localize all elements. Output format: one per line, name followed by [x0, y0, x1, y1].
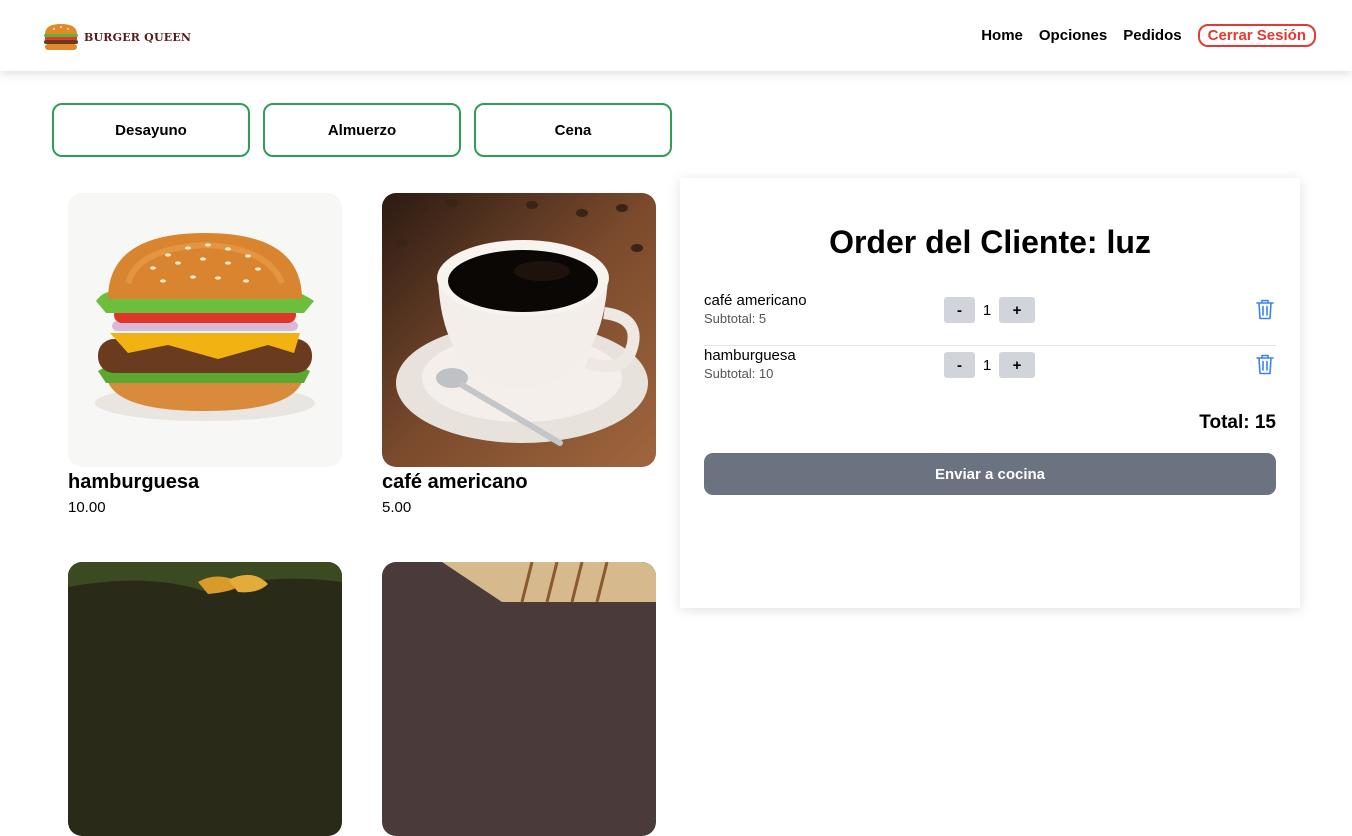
- category-lunch-button[interactable]: Almuerzo: [263, 103, 461, 157]
- logo[interactable]: BURGER QUEEN: [42, 22, 191, 52]
- product-price: 5.00: [382, 499, 412, 516]
- product-card[interactable]: [382, 562, 656, 836]
- nav-options-link[interactable]: Opciones: [1039, 27, 1107, 44]
- quantity-value: 1: [982, 301, 992, 319]
- order-item-subtotal: Subtotal: 10: [704, 366, 774, 381]
- send-to-kitchen-button[interactable]: Enviar a cocina: [704, 453, 1276, 495]
- order-total: Total: 15: [1199, 412, 1276, 433]
- trash-icon[interactable]: [1255, 298, 1275, 320]
- sandwich-photo[interactable]: [382, 562, 656, 836]
- product-card[interactable]: café americano 5.00: [382, 193, 656, 516]
- nav-orders-link[interactable]: Pedidos: [1123, 27, 1181, 44]
- order-item: hamburguesa Subtotal: 10 - 1 +: [704, 347, 1276, 401]
- increase-quantity-button[interactable]: +: [999, 352, 1035, 378]
- fried-food-photo[interactable]: [68, 562, 342, 836]
- quantity-value: 1: [982, 356, 992, 374]
- category-tabs: Desayuno Almuerzo Cena: [52, 103, 672, 157]
- order-item: café americano Subtotal: 5 - 1 +: [704, 292, 1276, 346]
- product-card[interactable]: hamburguesa 10.00: [68, 193, 342, 516]
- decrease-quantity-button[interactable]: -: [944, 352, 975, 378]
- logout-button[interactable]: Cerrar Sesión: [1197, 24, 1316, 47]
- top-navbar: BURGER QUEEN Home Opciones Pedidos Cerra…: [0, 0, 1352, 71]
- category-breakfast-button[interactable]: Desayuno: [52, 103, 250, 157]
- order-title: Order del Cliente: luz: [829, 224, 1151, 260]
- increase-quantity-button[interactable]: +: [999, 297, 1035, 323]
- logo-text: BURGER QUEEN: [84, 30, 192, 44]
- nav-home-link[interactable]: Home: [981, 27, 1023, 44]
- product-name: café americano: [382, 471, 528, 493]
- nav-menu: Home Opciones Pedidos Cerrar Sesión: [981, 24, 1316, 47]
- order-item-name: hamburguesa: [704, 347, 796, 364]
- coffee-photo[interactable]: [382, 193, 656, 467]
- burger-photo[interactable]: [68, 193, 342, 467]
- product-card[interactable]: [68, 562, 342, 836]
- order-panel: Order del Cliente: luz café americano Su…: [680, 178, 1300, 608]
- decrease-quantity-button[interactable]: -: [944, 297, 975, 323]
- order-item-subtotal: Subtotal: 5: [704, 311, 767, 326]
- order-item-name: café americano: [704, 292, 807, 309]
- trash-icon[interactable]: [1255, 353, 1275, 375]
- product-price: 10.00: [68, 499, 106, 516]
- burger-icon: [44, 24, 78, 50]
- product-name: hamburguesa: [68, 471, 200, 493]
- category-dinner-button[interactable]: Cena: [474, 103, 672, 157]
